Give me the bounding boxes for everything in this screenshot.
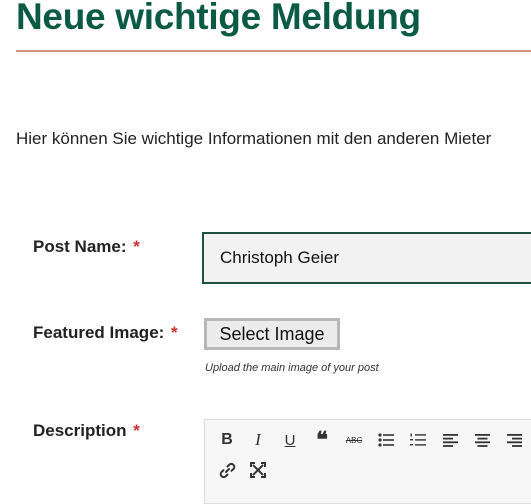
required-mark: *: [133, 237, 140, 256]
page-title: Neue wichtige Meldung: [16, 0, 421, 37]
align-left-icon[interactable]: [438, 428, 462, 452]
description-editor[interactable]: B I U ❝ ABC: [204, 419, 531, 504]
align-center-icon[interactable]: [470, 428, 494, 452]
blockquote-icon[interactable]: ❝: [310, 427, 334, 452]
featured-image-label: Featured Image: *: [33, 323, 178, 343]
align-right-icon[interactable]: [502, 428, 526, 452]
required-mark: *: [171, 323, 178, 342]
post-name-input[interactable]: [202, 232, 531, 284]
fullscreen-icon[interactable]: [246, 458, 270, 482]
post-name-label-text: Post Name:: [33, 237, 127, 256]
bold-icon[interactable]: B: [215, 428, 239, 452]
title-divider: [16, 50, 531, 52]
description-label-text: Description: [33, 421, 127, 440]
post-name-label: Post Name: *: [33, 237, 140, 257]
strikethrough-icon[interactable]: ABC: [342, 428, 366, 452]
bulleted-list-icon[interactable]: [374, 428, 398, 452]
underline-icon[interactable]: U: [278, 428, 302, 452]
required-mark: *: [133, 421, 140, 440]
featured-image-hint: Upload the main image of your post: [205, 362, 379, 374]
numbered-list-icon[interactable]: [406, 428, 430, 452]
featured-image-label-text: Featured Image:: [33, 323, 165, 342]
intro-text: Hier können Sie wichtige Informationen m…: [16, 129, 492, 148]
description-label: Description *: [33, 421, 140, 441]
link-icon[interactable]: [215, 458, 239, 482]
select-image-button[interactable]: Select Image: [204, 318, 340, 350]
italic-icon[interactable]: I: [246, 428, 270, 452]
